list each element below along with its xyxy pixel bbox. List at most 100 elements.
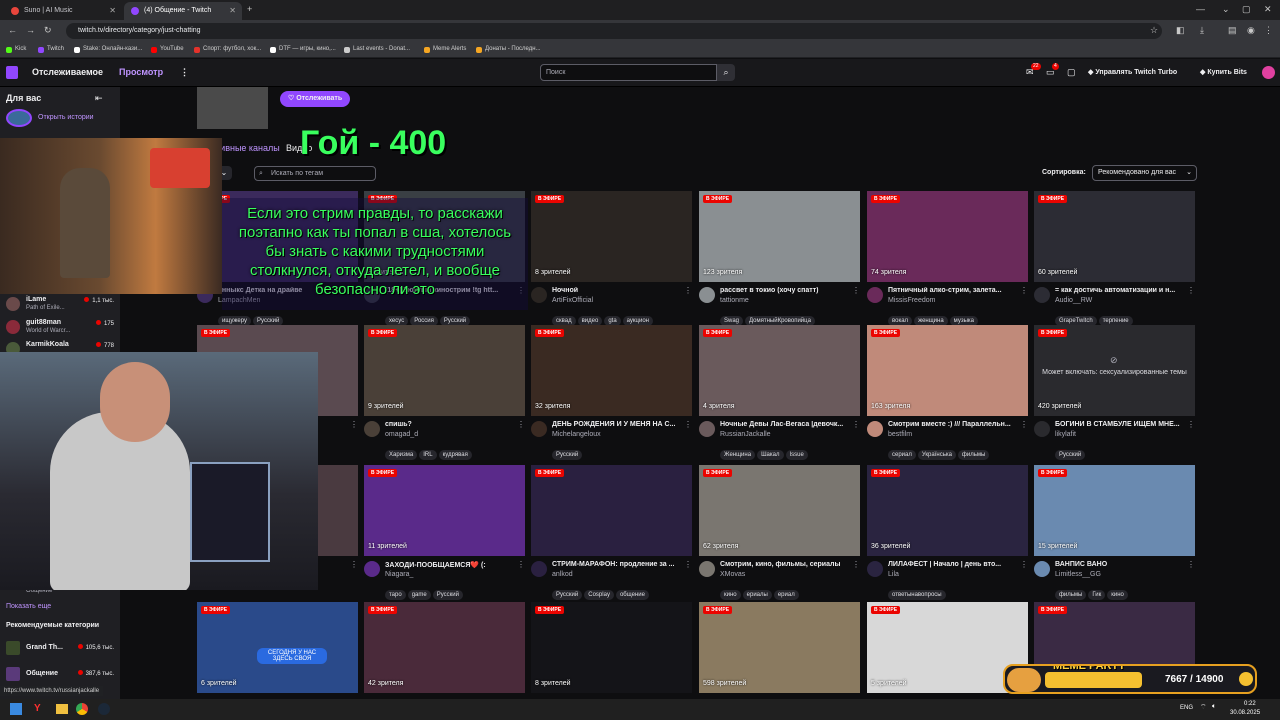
tag-chip[interactable]: Русский <box>1055 450 1086 460</box>
more-options-icon[interactable]: ⋮ <box>684 420 692 429</box>
new-tab-button[interactable]: + <box>247 4 252 14</box>
more-options-icon[interactable]: ⋮ <box>852 420 860 429</box>
windows-start-icon[interactable] <box>10 703 22 715</box>
more-options-icon[interactable]: ⋮ <box>684 286 692 295</box>
stream-title[interactable]: Смотрим вместе :) /// Параллельн... <box>888 421 1020 428</box>
stream-title[interactable]: = как достичь автоматизации и н... <box>1055 287 1187 294</box>
tag-chip[interactable]: Issue <box>785 450 808 460</box>
channel-avatar[interactable] <box>699 421 715 437</box>
stream-card[interactable]: В ЭФИРЕ 62 зрителя Смотрим, кино, фильмы, … <box>699 465 860 600</box>
nav-browse[interactable]: Просмотр <box>119 67 163 77</box>
forward-icon[interactable]: → <box>26 25 35 35</box>
stream-card[interactable]: В ЭФИРЕ 15 зрителей ВАНПИС ВАНО Limitless__… <box>1034 465 1195 600</box>
channel-avatar[interactable] <box>1034 561 1050 577</box>
tab-search-icon[interactable]: ⌄ <box>1222 4 1230 15</box>
stream-title[interactable]: Пятничный алко-стрим, залета... <box>888 287 1020 294</box>
sidepanel-icon[interactable]: ▤ <box>1228 25 1237 36</box>
tag-chip[interactable]: Українська <box>917 450 956 460</box>
tag-chip[interactable]: Русский <box>552 590 583 600</box>
tag-chip[interactable]: фильмы <box>957 450 990 460</box>
stream-card[interactable]: В ЭФИРЕ СЕГОДНЯ У НАС ЗДЕСЬ СВОЯ 6 зрителе… <box>197 602 358 693</box>
tag-chip[interactable]: Женщина <box>720 450 756 460</box>
whispers-icon[interactable]: ▢ <box>1067 67 1076 78</box>
tag-chip[interactable]: сериал <box>888 450 916 460</box>
stream-title[interactable]: Ночной <box>552 287 684 294</box>
more-options-icon[interactable]: ⋮ <box>852 286 860 295</box>
bookmark-kick[interactable]: Kick <box>6 42 26 57</box>
follow-button[interactable]: ♡ Отслеживать <box>280 91 351 107</box>
bookmark-dtf[interactable]: DTF — игры, кино,... <box>270 42 336 57</box>
channel-name[interactable]: XMovas <box>720 571 745 578</box>
reload-icon[interactable]: ↻ <box>44 25 52 36</box>
turbo-button[interactable]: ◆ Управлять Twitch Turbo <box>1088 68 1177 76</box>
bits-button[interactable]: ◆ Купить Bits <box>1200 68 1247 76</box>
channel-avatar[interactable] <box>867 421 883 437</box>
maximize-icon[interactable]: ▢ <box>1242 4 1251 15</box>
stream-card[interactable]: В ЭФИРЕ 32 зрителя ДЕНЬ РОЖДЕНИЯ И У МЕНЯ … <box>531 325 692 460</box>
stream-card[interactable]: В ЭФИРЕ 11 зрителей ЗАХОДИ-ПООБЩАЕМСЯ❤️ (:… <box>364 465 525 600</box>
bookmark-star-icon[interactable]: ☆ <box>1150 25 1158 36</box>
network-icon[interactable]: ⌔ <box>1200 703 1207 712</box>
yandex-icon[interactable]: Y <box>34 703 41 714</box>
channel-name[interactable]: Audio__RW <box>1055 297 1092 304</box>
nav-following[interactable]: Отслеживаемое <box>32 67 103 77</box>
downloads-icon[interactable]: ⤓ <box>1200 25 1204 36</box>
browser-menu-icon[interactable]: ⋮ <box>1264 25 1273 36</box>
more-options-icon[interactable]: ⋮ <box>350 560 358 569</box>
stream-title[interactable]: Смотрим, кино, фильмы, сериалы <box>720 561 852 568</box>
stream-title[interactable]: СТРИМ-МАРАФОН: продление за ... <box>552 561 684 568</box>
stream-card[interactable]: В ЭФИРЕ 4 зрителя Ночные Девы Лас-Вегаса |… <box>699 325 860 460</box>
more-options-icon[interactable]: ⋮ <box>1187 286 1195 295</box>
sidebar-channel[interactable]: iLame Path of Exile... 1,1 тыс. <box>6 294 116 316</box>
user-avatar[interactable] <box>1262 66 1275 79</box>
channel-name[interactable]: tattionme <box>720 297 749 304</box>
explorer-icon[interactable] <box>56 704 68 714</box>
close-tab-icon[interactable]: ✕ <box>229 2 236 20</box>
profile-icon[interactable]: ◉ <box>1247 25 1255 36</box>
bookmark-twitch[interactable]: Twitch <box>38 42 64 57</box>
chrome-icon[interactable] <box>76 703 88 715</box>
more-options-icon[interactable]: ⋮ <box>1020 286 1028 295</box>
more-options-icon[interactable]: ⋮ <box>517 560 525 569</box>
browser-tab-twitch[interactable]: (4) Общение - Twitch ✕ <box>124 2 242 20</box>
tag-search-input[interactable]: ⌕ Искать по тегам <box>254 166 376 181</box>
tag-chip[interactable]: таро <box>385 590 406 600</box>
back-icon[interactable]: ← <box>8 25 17 35</box>
stream-card[interactable]: В ЭФИРЕ 9 зрителей спишь? omagad_d ⋮ Харизма I… <box>364 325 525 460</box>
more-options-icon[interactable]: ⋮ <box>684 560 692 569</box>
more-options-icon[interactable]: ⋮ <box>517 420 525 429</box>
channel-name[interactable]: omagad_d <box>385 431 418 438</box>
more-options-icon[interactable]: ⋮ <box>350 420 358 429</box>
nav-more-icon[interactable]: ⋮ <box>180 67 189 78</box>
more-options-icon[interactable]: ⋮ <box>1020 560 1028 569</box>
tag-chip[interactable]: кино <box>720 590 741 600</box>
bookmark-youtube[interactable]: YouTube <box>151 42 184 57</box>
channel-avatar[interactable] <box>867 287 883 303</box>
stream-card[interactable]: В ЭФИРЕ 42 зрителя <box>364 602 525 693</box>
tag-chip[interactable]: Русский <box>432 590 463 600</box>
channel-name[interactable]: ArtiFixOfficial <box>552 297 593 304</box>
bookmark-donat[interactable]: Last events - Donat... <box>344 42 410 57</box>
stream-card[interactable]: В ЭФИРЕ 8 зрителей Ночной ArtiFixOfficial ⋮ с… <box>531 191 692 326</box>
tag-chip[interactable]: ответынавопросы <box>888 590 946 600</box>
channel-avatar[interactable] <box>531 287 547 303</box>
channel-avatar[interactable] <box>867 561 883 577</box>
tag-chip[interactable]: Харизма <box>385 450 418 460</box>
channel-name[interactable]: MissisFreedom <box>888 297 935 304</box>
more-options-icon[interactable]: ⋮ <box>1020 420 1028 429</box>
keyboard-language[interactable]: ENG <box>1180 705 1193 711</box>
browser-tab-suno[interactable]: Suno | AI Music ✕ <box>4 2 122 20</box>
channel-avatar[interactable] <box>699 287 715 303</box>
stream-title[interactable]: ВАНПИС ВАНО <box>1055 561 1187 568</box>
bookmark-meme-alerts[interactable]: Meme Alerts <box>424 42 466 57</box>
stream-title[interactable]: ЗАХОДИ-ПООБЩАЕМСЯ❤️ (: <box>385 561 517 569</box>
stream-card[interactable]: В ЭФИРЕ 74 зрителя Пятничный алко-стрим, з… <box>867 191 1028 326</box>
sidebar-category[interactable]: Grand Th... 105,6 тыс. <box>6 638 116 660</box>
tag-chip[interactable]: кино <box>1107 590 1128 600</box>
stream-title[interactable]: спишь? <box>385 421 517 428</box>
channel-name[interactable]: bestfilm <box>888 431 912 438</box>
tag-chip[interactable]: Русский <box>552 450 583 460</box>
stream-title[interactable]: Ночные Девы Лас-Вегаса |девочк... <box>720 421 852 428</box>
tag-chip[interactable]: ериал <box>773 590 799 600</box>
sidebar-channel[interactable]: guit88man World of Warcr... 175 <box>6 317 116 339</box>
